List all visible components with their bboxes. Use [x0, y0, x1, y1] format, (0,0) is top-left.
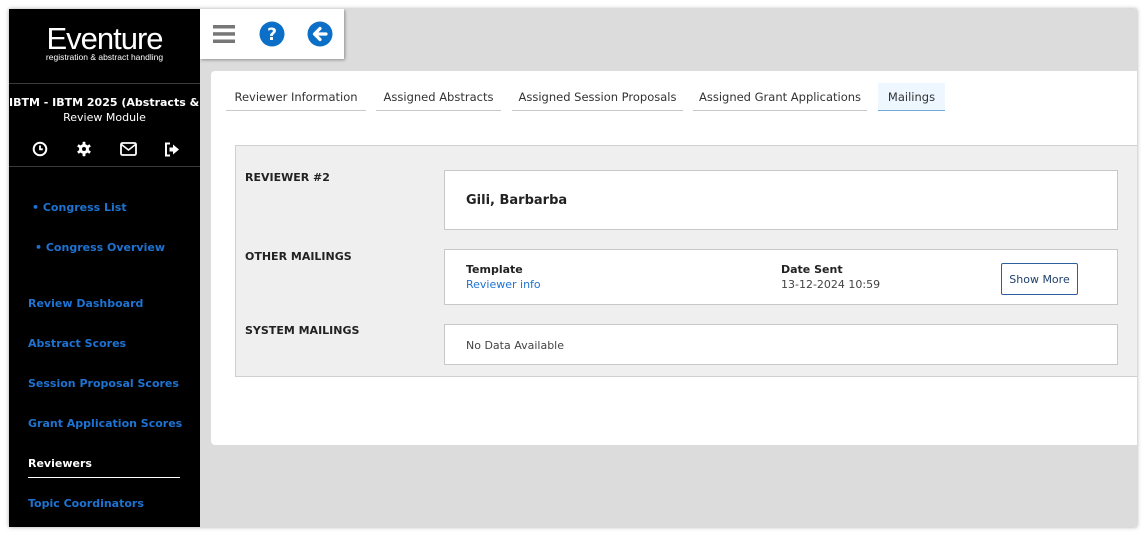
other-mailings-box: Template Reviewer info Date Sent 13-12-2… [444, 249, 1118, 305]
menu-button[interactable] [200, 9, 248, 59]
sidebar-item-congress-list[interactable]: • Congress List [32, 201, 127, 214]
back-arrow-icon [307, 21, 333, 47]
congress-name: IBTM - IBTM 2025 (Abstracts & Par... [9, 96, 200, 109]
help-icon: ? [259, 21, 285, 47]
tab-mailings[interactable]: Mailings [878, 83, 945, 111]
logo[interactable]: Eventure registration & abstract handlin… [9, 23, 200, 62]
show-more-button[interactable]: Show More [1001, 263, 1078, 295]
menu-icon [213, 25, 235, 43]
clock-icon[interactable] [31, 140, 49, 158]
template-link[interactable]: Reviewer info [466, 278, 541, 291]
reviewer-box: Gili, Barbarba [444, 170, 1118, 230]
envelope-icon[interactable] [119, 140, 137, 158]
sidebar-item-topic-coordinators[interactable]: Topic Coordinators [28, 497, 144, 510]
date-sent-value: 13-12-2024 10:59 [781, 278, 881, 291]
other-mailings-label: OTHER MAILINGS [245, 250, 352, 263]
reviewer-label: REVIEWER #2 [245, 171, 330, 184]
sidebar-item-reviewers[interactable]: Reviewers [28, 457, 92, 470]
sidebar: Eventure registration & abstract handlin… [9, 9, 200, 527]
logo-subtitle: registration & abstract handling [45, 52, 164, 62]
sidebar-item-grant-application-scores[interactable]: Grant Application Scores [28, 417, 182, 430]
sidebar-item-abstract-scores[interactable]: Abstract Scores [28, 337, 126, 350]
template-header: Template [466, 263, 523, 276]
gear-icon[interactable] [75, 140, 93, 158]
date-sent-header: Date Sent [781, 263, 843, 276]
help-button[interactable]: ? [248, 9, 296, 59]
sidebar-icon-row [31, 139, 181, 159]
tab-assigned-grant-applications[interactable]: Assigned Grant Applications [693, 83, 867, 111]
reviewer-name: Gili, Barbarba [466, 193, 568, 208]
logout-icon[interactable] [163, 140, 181, 158]
app-window: Eventure registration & abstract handlin… [9, 9, 1137, 527]
main-card: Reviewer Information Assigned Abstracts … [211, 71, 1137, 445]
sidebar-item-review-dashboard[interactable]: Review Dashboard [28, 297, 143, 310]
sidebar-item-session-proposal-scores[interactable]: Session Proposal Scores [28, 377, 179, 390]
active-indicator [28, 477, 180, 478]
system-mailings-box: No Data Available [444, 324, 1118, 365]
system-mailings-label: SYSTEM MAILINGS [245, 324, 360, 337]
divider [9, 166, 200, 167]
mailings-panel: REVIEWER #2 Gili, Barbarba OTHER MAILING… [235, 145, 1137, 377]
back-button[interactable] [296, 9, 344, 59]
tab-assigned-abstracts[interactable]: Assigned Abstracts [376, 83, 501, 111]
svg-text:?: ? [267, 25, 277, 45]
module-name: Review Module [63, 111, 146, 124]
top-toolbar: ? [200, 9, 344, 59]
sidebar-item-congress-overview[interactable]: • Congress Overview [35, 241, 165, 254]
divider [9, 83, 200, 84]
tab-reviewer-information[interactable]: Reviewer Information [226, 83, 366, 111]
logo-title: Eventure [46, 21, 163, 56]
no-data-text: No Data Available [466, 339, 565, 352]
tab-assigned-session-proposals[interactable]: Assigned Session Proposals [512, 83, 683, 111]
